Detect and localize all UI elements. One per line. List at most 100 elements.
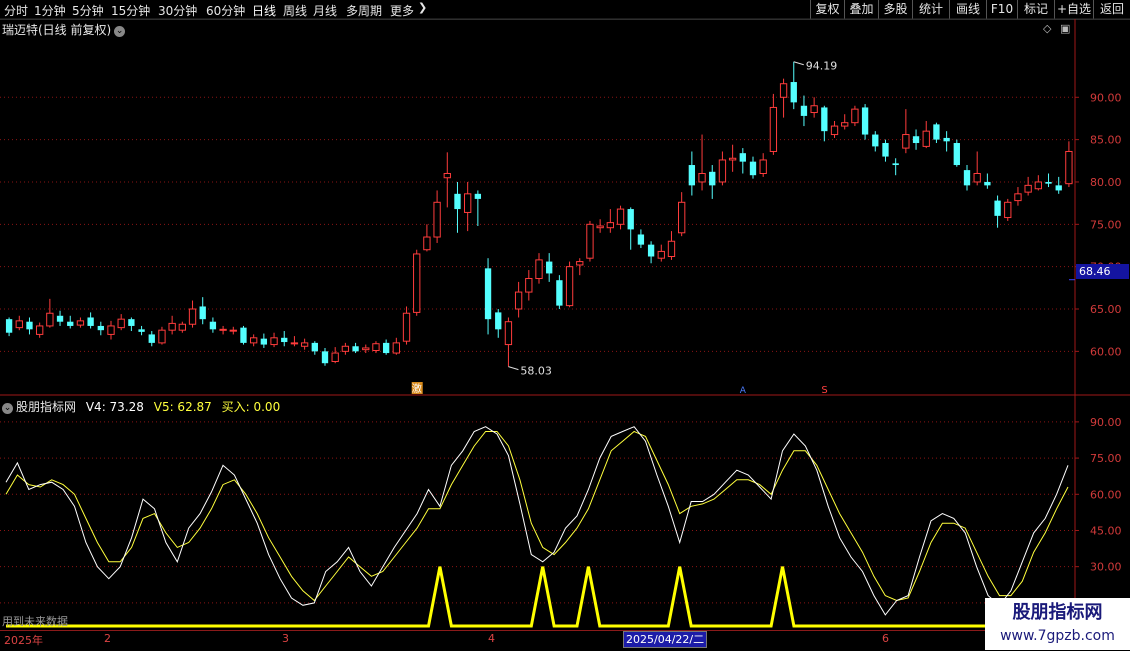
candle-body — [984, 181, 991, 186]
price-tick-label: 80.00 — [1090, 176, 1122, 189]
candle-body — [698, 173, 706, 183]
candle-body — [15, 320, 23, 329]
indicator-tick-label: 90.00 — [1090, 416, 1122, 429]
candle-body — [362, 347, 370, 351]
indicator-tick-label: 60.00 — [1090, 488, 1122, 501]
candle-body — [718, 159, 727, 183]
candle-body — [565, 266, 574, 307]
candle-body — [627, 209, 634, 230]
candle-body — [606, 222, 614, 229]
candle-body — [36, 325, 44, 335]
high-pointer — [793, 61, 804, 66]
candle-body — [667, 240, 676, 257]
chart-canvas[interactable]: 90.0085.0080.0075.0070.0065.0060.0090.00… — [0, 0, 1130, 650]
candle-body — [158, 329, 166, 344]
candle-body — [861, 107, 869, 135]
candle-body — [728, 157, 737, 161]
candle-body — [504, 321, 513, 346]
candle-body — [148, 334, 155, 343]
time-label-year: 2025年 — [4, 634, 43, 647]
candle-body — [464, 193, 472, 213]
candle-body — [56, 315, 64, 322]
signal-marker-s: S — [821, 385, 827, 396]
candle-body — [912, 136, 920, 144]
candle-body — [168, 322, 176, 331]
candle-body — [76, 320, 85, 326]
signal-marker-a: A — [740, 386, 747, 396]
panel-toggle-icon[interactable]: ▣ — [1060, 22, 1070, 35]
candle-body — [270, 337, 278, 346]
candle-body — [546, 261, 553, 274]
candle-body — [423, 236, 431, 251]
candle-body — [800, 105, 808, 116]
candle-body — [209, 321, 217, 330]
candle-body — [739, 153, 746, 162]
candle-body — [97, 325, 104, 331]
candle-body — [994, 200, 1001, 216]
candle-body — [1055, 185, 1062, 191]
candle-body — [963, 170, 971, 186]
candle-body — [790, 82, 797, 103]
candle-body — [1065, 150, 1073, 185]
candle-body — [1024, 184, 1032, 193]
candle-body — [586, 223, 594, 259]
candle-body — [474, 193, 482, 199]
v5-value: V5: 62.87 — [153, 400, 212, 414]
candle-body — [138, 329, 145, 332]
candle-body — [219, 328, 227, 331]
current-price-label: 68.46 — [1076, 264, 1129, 279]
candle-body — [67, 321, 74, 326]
candle-body — [87, 317, 94, 326]
candle-body — [535, 259, 543, 280]
candle-body — [382, 342, 390, 354]
candle-body — [892, 163, 899, 166]
candle-body — [178, 323, 186, 331]
candle-body — [188, 308, 197, 325]
watermark-url: www.7gpzb.com — [1000, 628, 1115, 644]
candle-body — [953, 143, 960, 166]
buy-value: 买入: 0.00 — [221, 400, 281, 414]
candle-body — [657, 250, 665, 259]
candle-body — [413, 253, 421, 313]
price-tick-label: 65.00 — [1090, 303, 1122, 316]
candle-body — [1004, 201, 1012, 219]
candle-body — [514, 291, 523, 310]
candle-body — [1045, 181, 1052, 184]
candle-body — [678, 201, 686, 234]
chart-title[interactable]: 瑞迈特(日线 前复权) ⌄ — [2, 21, 126, 38]
candle-body — [454, 193, 461, 210]
indicator-tick-label: 45.00 — [1090, 524, 1122, 537]
candle-body — [821, 107, 828, 132]
high-price-label: 94.19 — [806, 60, 838, 73]
candle-body — [443, 173, 451, 179]
candle-body — [749, 161, 757, 176]
candle-body — [484, 268, 492, 320]
v5-line — [5, 430, 1069, 602]
future-data-note: 用到未来数据 — [2, 615, 68, 628]
price-tick-label: 90.00 — [1090, 91, 1122, 104]
candle-body — [352, 346, 359, 352]
candle-body — [331, 352, 339, 363]
candle-body — [281, 337, 288, 343]
candle-body — [26, 321, 33, 330]
indicator-name[interactable]: 股朋指标网 — [16, 400, 76, 414]
watermark: 股朋指标网 www.7gpzb.com — [985, 598, 1130, 650]
candle-body — [495, 312, 502, 330]
candle-body — [128, 319, 135, 326]
indicator-tick-label: 75.00 — [1090, 452, 1122, 465]
candle-body — [372, 343, 380, 352]
candle-body — [525, 278, 533, 293]
candle-body — [5, 319, 13, 333]
diamond-icon[interactable]: ◇ — [1043, 22, 1051, 35]
candle-body — [872, 134, 879, 147]
candle-body — [250, 337, 258, 344]
chevron-down-icon[interactable]: ⌄ — [114, 26, 126, 37]
indicator-menu-icon[interactable]: ⌄ — [2, 403, 13, 414]
indicator-title: ⌄ 股朋指标网 V4: 73.28 V5: 62.87 买入: 0.00 — [2, 398, 280, 415]
candle-body — [922, 130, 930, 147]
time-axis: 2025年 2 3 4 6 — [0, 630, 1075, 651]
candle-body — [290, 342, 299, 345]
candle-body — [107, 325, 115, 335]
candle-body — [943, 137, 950, 142]
v4-value: V4: 73.28 — [85, 400, 144, 414]
